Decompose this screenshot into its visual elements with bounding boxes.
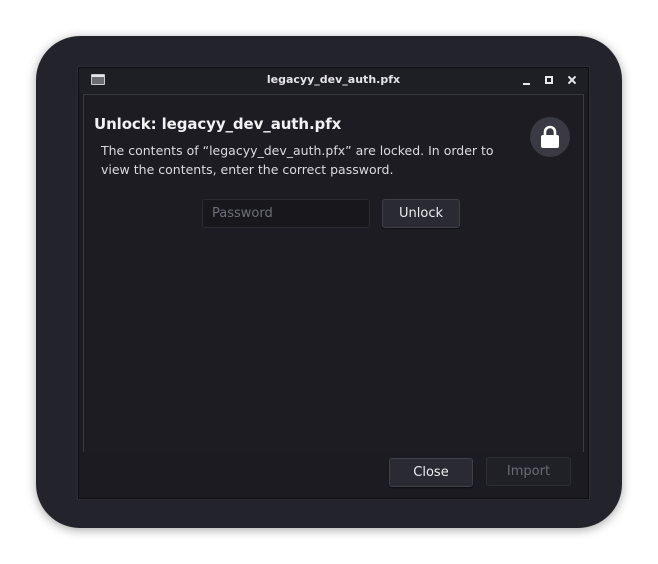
close-icon[interactable] xyxy=(564,72,580,88)
title-bar[interactable]: legacyy_dev_auth.pfx xyxy=(79,68,588,93)
minimize-icon[interactable] xyxy=(519,72,535,88)
maximize-icon[interactable] xyxy=(542,72,558,88)
unlock-button[interactable]: Unlock xyxy=(382,199,460,228)
password-input[interactable] xyxy=(202,199,370,228)
lock-icon xyxy=(541,125,559,148)
dialog-footer: Close Import xyxy=(79,452,588,498)
unlock-dialog-window: legacyy_dev_auth.pfx Unlock: legacyy_dev… xyxy=(78,67,589,499)
dialog-heading: Unlock: legacyy_dev_auth.pfx xyxy=(94,115,342,133)
lock-badge xyxy=(530,117,570,157)
dialog-description: The contents of “legacyy_dev_auth.pfx” a… xyxy=(101,143,494,177)
window-title: legacyy_dev_auth.pfx xyxy=(266,73,401,86)
close-button[interactable]: Close xyxy=(389,458,473,487)
import-button: Import xyxy=(486,457,571,486)
dialog-content: Unlock: legacyy_dev_auth.pfx The content… xyxy=(83,94,584,453)
